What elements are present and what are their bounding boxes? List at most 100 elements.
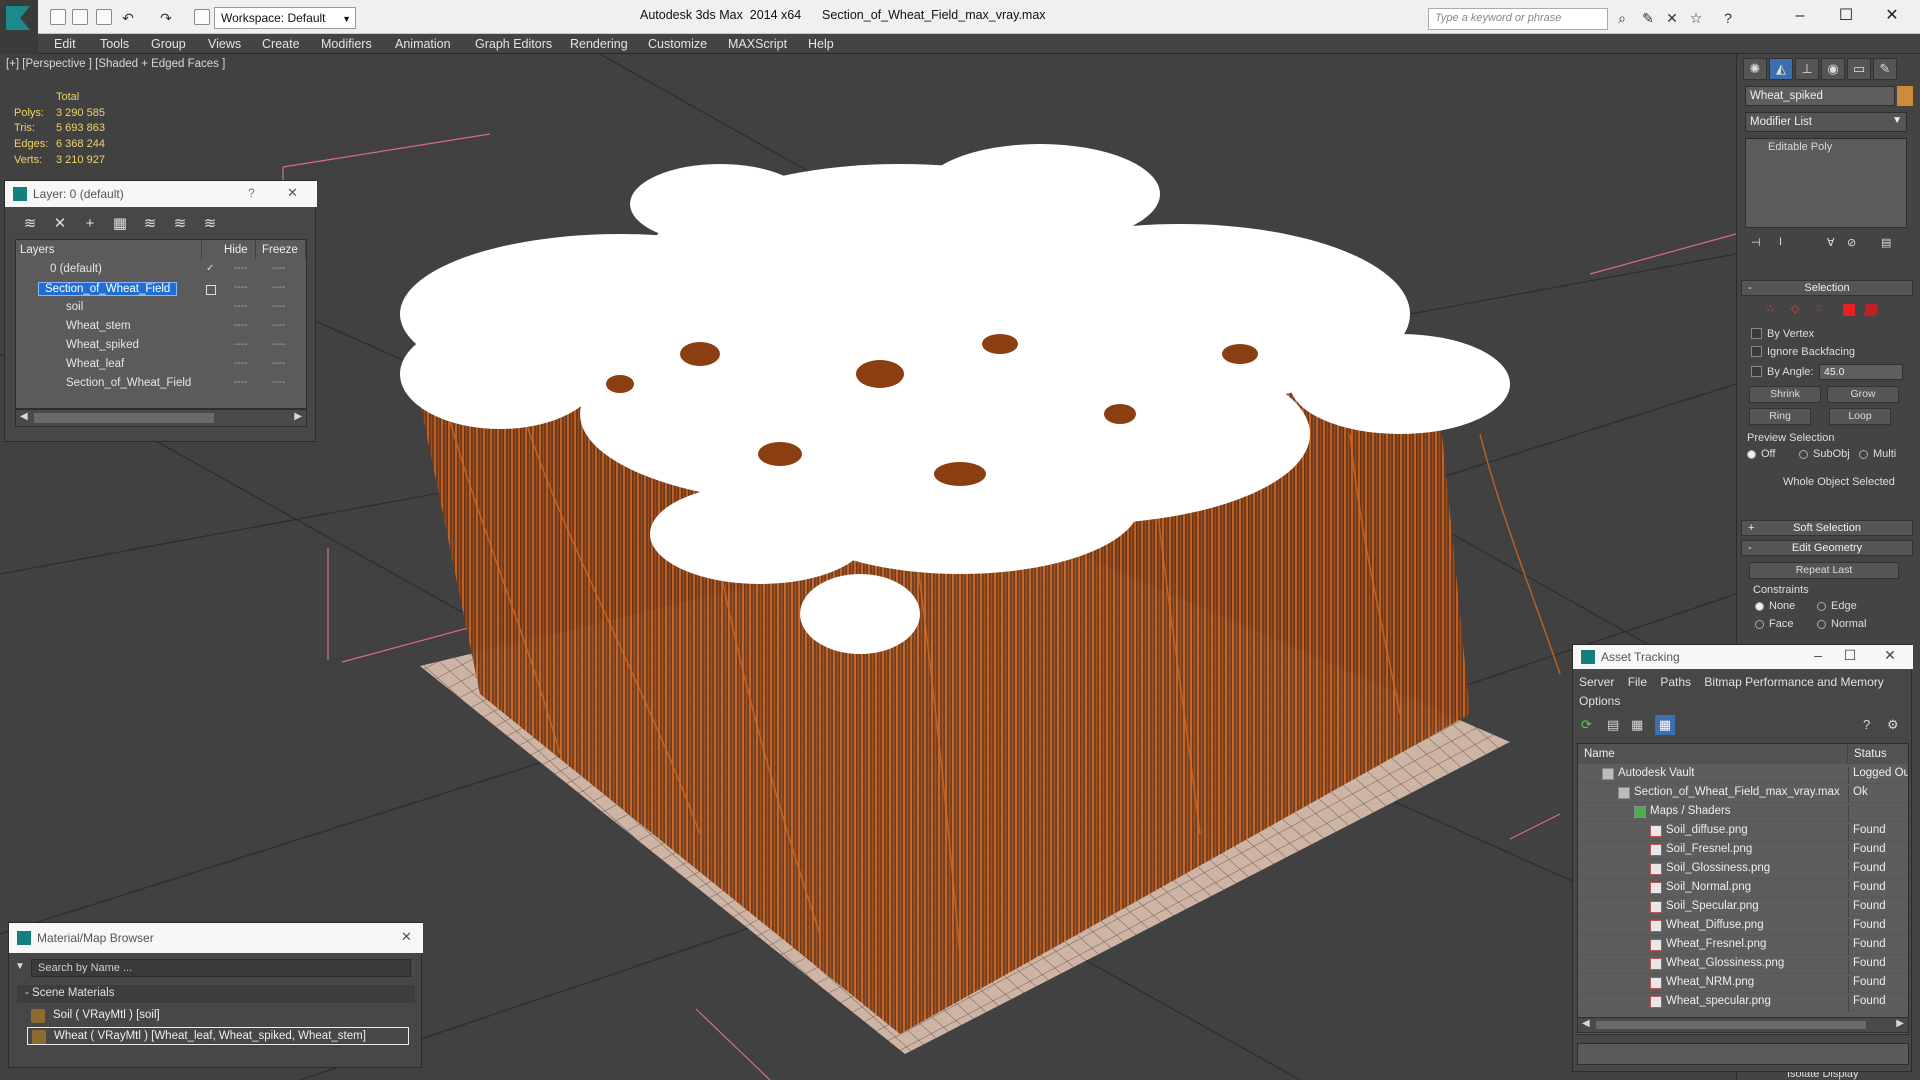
edge-mode-icon[interactable]: ◇ — [1791, 302, 1799, 315]
ring-button[interactable]: Ring — [1749, 408, 1811, 425]
menu-graph-editors[interactable]: Graph Editors — [475, 37, 552, 51]
menu-animation[interactable]: Animation — [395, 37, 451, 51]
minimize-button[interactable]: – — [1803, 647, 1833, 663]
options-chevron-icon[interactable]: ▼ — [15, 961, 25, 972]
scene-materials-group[interactable]: - Scene Materials — [17, 985, 415, 1003]
constraint-edge-radio[interactable] — [1817, 602, 1826, 611]
angle-spinner[interactable]: 45.0 — [1819, 364, 1903, 380]
maximize-button[interactable]: ☐ — [1835, 647, 1865, 664]
element-mode-icon[interactable] — [1863, 304, 1879, 316]
preview-off-radio[interactable] — [1747, 450, 1756, 459]
utilities-tab-icon[interactable]: ✎ — [1873, 58, 1897, 80]
col-status[interactable]: Status — [1848, 744, 1908, 764]
shrink-button[interactable]: Shrink — [1749, 386, 1821, 403]
menu-tools[interactable]: Tools — [100, 37, 129, 51]
layer-row[interactable]: soil ---- ---- — [16, 299, 308, 318]
scroll-thumb[interactable] — [1596, 1021, 1866, 1029]
modify-tab-icon[interactable]: ◭ — [1769, 58, 1793, 80]
asset-path-field[interactable] — [1577, 1043, 1909, 1065]
make-unique-icon[interactable]: ∀ — [1827, 236, 1835, 249]
maximize-button[interactable]: ☐ — [1826, 4, 1866, 28]
binoculars-icon[interactable]: ⌕ — [1614, 10, 1630, 26]
asset-row[interactable]: Soil_Specular.png Found — [1578, 898, 1908, 917]
constraint-none-radio[interactable] — [1755, 602, 1764, 611]
modifier-list-dropdown[interactable]: Modifier List ▼ — [1745, 112, 1907, 132]
motion-tab-icon[interactable]: ◉ — [1821, 58, 1845, 80]
menu-options[interactable]: Options — [1579, 694, 1620, 708]
asset-row[interactable]: Autodesk Vault Logged Out — [1578, 765, 1908, 784]
create-tab-icon[interactable]: ✺ — [1743, 58, 1767, 80]
preview-multi-radio[interactable] — [1859, 450, 1868, 459]
asset-row[interactable]: Wheat_Glossiness.png Found — [1578, 955, 1908, 974]
vertex-mode-icon[interactable]: ∴ — [1767, 302, 1774, 315]
select-objects-icon[interactable]: ▦ — [111, 215, 129, 233]
minimize-button[interactable]: – — [1780, 4, 1820, 28]
project-folder-icon[interactable] — [194, 9, 210, 25]
menu-server[interactable]: Server — [1579, 675, 1614, 689]
material-search-input[interactable]: Search by Name ... — [31, 959, 411, 977]
pin-stack-icon[interactable]: ⊣ — [1751, 236, 1761, 249]
by-angle-checkbox[interactable] — [1751, 366, 1762, 377]
object-name-field[interactable]: Wheat_spiked — [1745, 86, 1895, 106]
by-vertex-checkbox[interactable] — [1751, 328, 1762, 339]
menu-views[interactable]: Views — [208, 37, 241, 51]
preview-subobj-radio[interactable] — [1799, 450, 1808, 459]
constraint-face-radio[interactable] — [1755, 620, 1764, 629]
asset-row[interactable]: Wheat_NRM.png Found — [1578, 974, 1908, 993]
border-mode-icon[interactable]: ◌ — [1815, 302, 1822, 314]
add-to-layer-icon[interactable]: + — [81, 215, 99, 233]
asset-row[interactable]: Maps / Shaders — [1578, 803, 1908, 822]
menu-create[interactable]: Create — [262, 37, 300, 51]
communication-icon[interactable]: ✕ — [1664, 10, 1680, 26]
scroll-thumb[interactable] — [34, 413, 214, 423]
material-item[interactable]: Wheat ( VRayMtl ) [Wheat_leaf, Wheat_spi… — [27, 1027, 409, 1045]
menu-paths[interactable]: Paths — [1660, 675, 1691, 689]
asset-horizontal-scrollbar[interactable]: ◀ ▶ — [1577, 1017, 1909, 1033]
save-file-icon[interactable] — [96, 9, 112, 25]
layer-row[interactable]: 0 (default) ✓ ---- ---- — [16, 261, 308, 280]
asset-row[interactable]: Soil_Glossiness.png Found — [1578, 860, 1908, 879]
layer-row[interactable]: Section_of_Wheat_Field ---- ---- — [16, 280, 308, 299]
col-freeze[interactable]: Freeze — [258, 240, 306, 260]
loop-button[interactable]: Loop — [1829, 408, 1891, 425]
undo-icon[interactable]: ↶ — [120, 10, 136, 26]
current-layer-box[interactable] — [206, 285, 216, 295]
close-icon[interactable]: ✕ — [401, 929, 412, 945]
asset-row[interactable]: Soil_diffuse.png Found — [1578, 822, 1908, 841]
subscription-icon[interactable]: ✎ — [1640, 10, 1656, 26]
layer-row[interactable]: Section_of_Wheat_Field ---- ---- — [16, 375, 308, 394]
scroll-left-icon[interactable]: ◀ — [20, 411, 28, 422]
asset-row[interactable]: Soil_Fresnel.png Found — [1578, 841, 1908, 860]
show-end-result-icon[interactable]: I — [1779, 236, 1782, 248]
repeat-last-button[interactable]: Repeat Last — [1749, 562, 1899, 579]
close-button[interactable]: ✕ — [1872, 4, 1912, 28]
ignore-backfacing-checkbox[interactable] — [1751, 346, 1762, 357]
help-icon[interactable]: ? — [248, 186, 255, 200]
asset-row[interactable]: Soil_Normal.png Found — [1578, 879, 1908, 898]
layer-panel-header[interactable]: Layer: 0 (default) ? ✕ — [5, 181, 317, 207]
layer-row[interactable]: Wheat_stem ---- ---- — [16, 318, 308, 337]
delete-layer-icon[interactable]: ✕ — [51, 215, 69, 233]
new-file-icon[interactable] — [50, 9, 66, 25]
remove-modifier-icon[interactable]: ⊘ — [1847, 236, 1856, 249]
material-item[interactable]: Soil ( VRayMtl ) [soil] — [27, 1007, 409, 1025]
menu-customize[interactable]: Customize — [648, 37, 707, 51]
menu-modifiers[interactable]: Modifiers — [321, 37, 372, 51]
object-color-swatch[interactable] — [1897, 86, 1913, 106]
workspace-dropdown[interactable]: Workspace: Default ▼ — [214, 7, 356, 29]
menu-help[interactable]: Help — [808, 37, 834, 51]
application-menu-button[interactable] — [0, 0, 38, 40]
horizontal-scrollbar[interactable]: ◀ ▶ — [15, 409, 307, 427]
settings-icon[interactable]: ⚙ — [1887, 717, 1899, 733]
asset-row[interactable]: Wheat_Diffuse.png Found — [1578, 917, 1908, 936]
hide-all-layers-icon[interactable]: ≋ — [171, 215, 189, 233]
asset-tracking-header[interactable]: Asset Tracking – ☐ ✕ — [1573, 645, 1913, 669]
favorites-star-icon[interactable]: ☆ — [1688, 10, 1704, 26]
constraint-normal-radio[interactable] — [1817, 620, 1826, 629]
asset-row[interactable]: Wheat_specular.png Found — [1578, 993, 1908, 1012]
rollout-edit-geometry[interactable]: - Edit Geometry — [1741, 540, 1913, 556]
menu-bitmap-performance[interactable]: Bitmap Performance and Memory — [1704, 675, 1883, 689]
material-browser-header[interactable]: Material/Map Browser ✕ — [9, 923, 423, 953]
highlight-layer-icon[interactable]: ≋ — [141, 215, 159, 233]
configure-sets-icon[interactable]: ▤ — [1881, 236, 1891, 249]
